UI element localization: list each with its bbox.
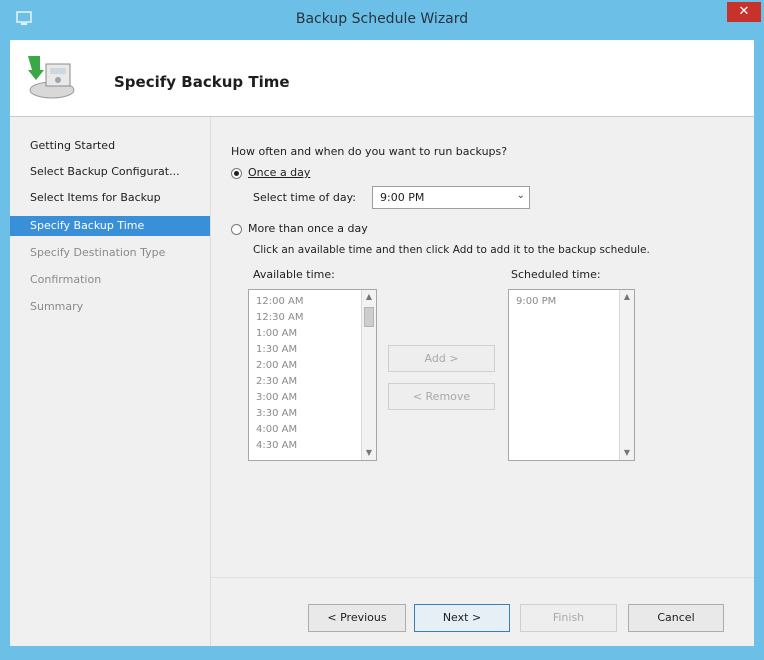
title-bar: Backup Schedule Wizard ✕ bbox=[0, 0, 764, 40]
scheduled-time-list[interactable]: 9:00 PM ▲ ▼ bbox=[508, 289, 635, 461]
close-button[interactable]: ✕ bbox=[727, 2, 761, 22]
more-than-once-label[interactable]: More than once a day bbox=[248, 222, 368, 235]
once-a-day-label[interactable]: Once a day bbox=[248, 166, 310, 179]
backup-wizard-icon bbox=[22, 50, 78, 102]
more-than-once-radio[interactable] bbox=[231, 224, 242, 235]
window-title: Backup Schedule Wizard bbox=[295, 11, 469, 27]
chevron-down-icon: ⌄ bbox=[516, 190, 525, 201]
nav-step-summary: Summary bbox=[30, 300, 84, 313]
available-time-item[interactable]: 3:00 AM bbox=[256, 392, 297, 404]
scroll-thumb[interactable] bbox=[364, 307, 374, 327]
available-time-item[interactable]: 1:00 AM bbox=[256, 328, 297, 340]
time-of-day-select[interactable]: 9:00 PM ⌄ bbox=[372, 186, 530, 209]
finish-button[interactable]: Finish bbox=[520, 604, 617, 632]
available-time-item[interactable]: 4:00 AM bbox=[256, 424, 297, 436]
select-time-label: Select time of day: bbox=[253, 191, 357, 204]
remove-button[interactable]: < Remove bbox=[388, 383, 495, 410]
footer-divider bbox=[211, 577, 754, 578]
available-time-item[interactable]: 3:30 AM bbox=[256, 408, 297, 420]
backup-schedule-wizard-window: Backup Schedule Wizard ✕ Specify Backup … bbox=[0, 0, 764, 660]
available-time-item[interactable]: 12:00 AM bbox=[256, 296, 303, 308]
nav-step-getting-started[interactable]: Getting Started bbox=[10, 136, 210, 156]
once-a-day-radio[interactable] bbox=[231, 168, 242, 179]
wizard-steps-nav: Getting Started Select Backup Configurat… bbox=[10, 117, 211, 646]
available-time-label: Available time: bbox=[253, 268, 335, 281]
available-time-list[interactable]: 12:00 AM 12:30 AM 1:00 AM 1:30 AM 2:00 A… bbox=[248, 289, 377, 461]
previous-button[interactable]: < Previous bbox=[308, 604, 406, 632]
nav-step-specify-destination-type: Specify Destination Type bbox=[30, 246, 166, 259]
scroll-down-arrow-icon[interactable]: ▼ bbox=[362, 446, 376, 460]
instruction-text: Click an available time and then click A… bbox=[253, 244, 650, 256]
scroll-up-arrow-icon[interactable]: ▲ bbox=[362, 290, 376, 304]
wizard-header: Specify Backup Time bbox=[10, 40, 754, 117]
add-button[interactable]: Add > bbox=[388, 345, 495, 372]
available-time-item[interactable]: 1:30 AM bbox=[256, 344, 297, 356]
nav-step-select-backup-configuration[interactable]: Select Backup Configurat... bbox=[10, 162, 210, 182]
nav-step-select-items[interactable]: Select Items for Backup bbox=[10, 188, 210, 208]
available-time-item[interactable]: 4:30 AM bbox=[256, 440, 297, 452]
available-time-item[interactable]: 2:00 AM bbox=[256, 360, 297, 372]
available-time-item[interactable]: 2:30 AM bbox=[256, 376, 297, 388]
available-time-item[interactable]: 12:30 AM bbox=[256, 312, 303, 324]
cancel-button[interactable]: Cancel bbox=[628, 604, 724, 632]
scroll-down-arrow-icon[interactable]: ▼ bbox=[620, 446, 634, 460]
scheduled-time-label: Scheduled time: bbox=[511, 268, 601, 281]
scheduled-time-scrollbar[interactable]: ▲ ▼ bbox=[619, 290, 634, 460]
scroll-up-arrow-icon[interactable]: ▲ bbox=[620, 290, 634, 304]
wizard-content: How often and when do you want to run ba… bbox=[211, 117, 754, 646]
question-label: How often and when do you want to run ba… bbox=[231, 145, 508, 158]
available-time-scrollbar[interactable]: ▲ ▼ bbox=[361, 290, 376, 460]
nav-step-confirmation: Confirmation bbox=[30, 273, 102, 286]
nav-step-specify-backup-time[interactable]: Specify Backup Time bbox=[10, 216, 210, 236]
scheduled-time-item[interactable]: 9:00 PM bbox=[516, 296, 556, 308]
next-button[interactable]: Next > bbox=[414, 604, 510, 632]
time-of-day-value: 9:00 PM bbox=[380, 191, 425, 204]
page-title: Specify Backup Time bbox=[114, 73, 290, 91]
